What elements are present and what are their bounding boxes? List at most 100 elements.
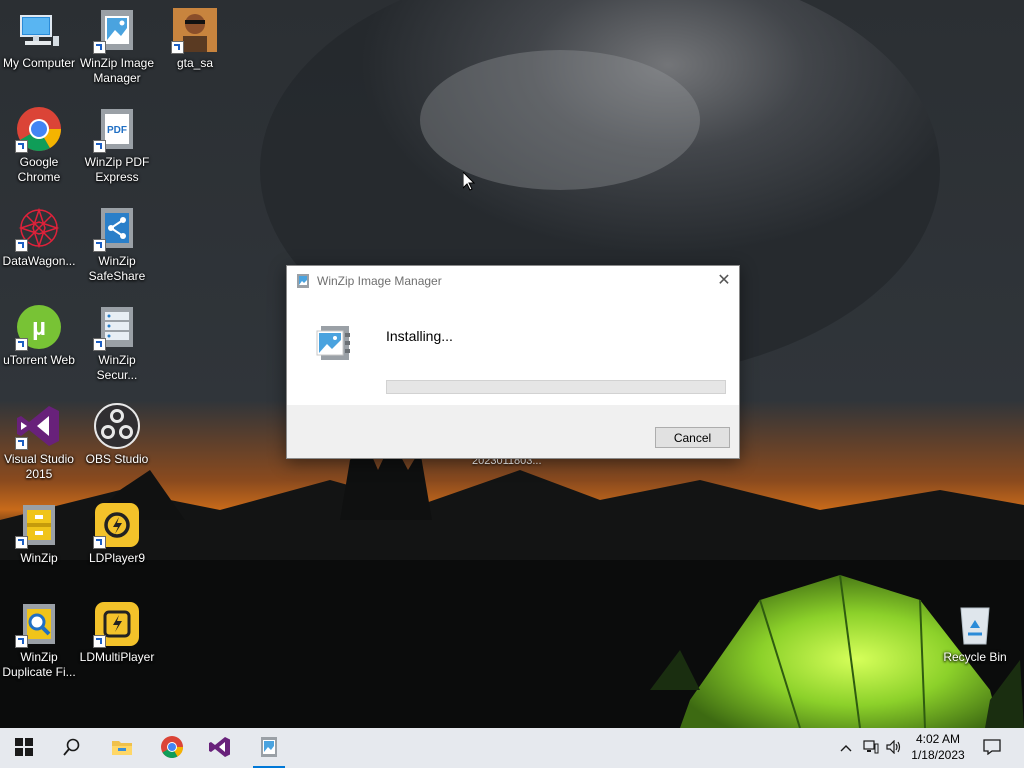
desktop-icon-label: Visual Studio 2015 [4, 452, 74, 481]
search-icon [63, 738, 81, 759]
desktop-icon-label: OBS Studio [85, 452, 149, 466]
desktop-icon-ldplayer9[interactable]: LDPlayer9 [78, 495, 156, 566]
chrome-icon [15, 105, 63, 153]
show-hidden-icons-button[interactable] [836, 728, 856, 768]
taskbar-visual-studio[interactable] [196, 728, 244, 768]
clock-time: 4:02 AM [915, 732, 961, 746]
network-tray-button[interactable] [860, 728, 882, 768]
shortcut-arrow-icon [15, 338, 28, 351]
computer-icon [15, 6, 63, 54]
desktop-icon-label: LDMultiPlayer [79, 650, 155, 664]
shortcut-arrow-icon [93, 338, 106, 351]
recycle-bin-icon [951, 600, 999, 648]
ldplayer-icon [93, 501, 141, 549]
visual-studio-icon [15, 402, 63, 450]
svg-text:PDF: PDF [107, 125, 127, 136]
desktop-icon-my-computer[interactable]: My Computer [0, 0, 78, 71]
svg-text:µ: µ [32, 314, 46, 341]
desktop-icon-winzip[interactable]: WinZip [0, 495, 78, 566]
dialog-footer: Cancel [287, 405, 739, 458]
shortcut-arrow-icon [93, 239, 106, 252]
desktop-icon-obs-studio[interactable]: OBS Studio [78, 396, 156, 467]
volume-icon [886, 739, 902, 757]
desktop-icon-winzip-safeshare[interactable]: WinZip SafeShare [78, 198, 156, 284]
install-status: Installing... [386, 328, 453, 344]
shortcut-arrow-icon [15, 635, 28, 648]
notification-icon [983, 738, 1001, 758]
desktop-icon-label: WinZip [20, 551, 58, 565]
dialog-body: Installing... [287, 295, 739, 404]
winzip-image-manager-icon [93, 6, 141, 54]
desktop-icon-ldmultiplayer[interactable]: LDMultiPlayer [78, 594, 156, 665]
shortcut-arrow-icon [15, 239, 28, 252]
winzip-icon [15, 501, 63, 549]
volume-tray-button[interactable] [884, 728, 904, 768]
close-button[interactable]: ✕ [709, 266, 739, 294]
chevron-up-icon [840, 741, 852, 755]
desktop-icon-label: gta_sa [176, 56, 214, 70]
taskbar-winzip-image-manager[interactable] [245, 728, 293, 768]
close-icon: ✕ [717, 272, 731, 289]
shortcut-arrow-icon [15, 536, 28, 549]
desktop-icon-label: WinZip Duplicate Fi... [2, 650, 76, 679]
dialog-title-bar[interactable]: WinZip Image Manager [287, 266, 739, 295]
desktop-icon-label: Google Chrome [17, 155, 61, 184]
dialog-title: WinZip Image Manager [317, 273, 442, 288]
action-center-button[interactable] [978, 728, 1006, 768]
winzip-pdf-express-icon: PDF [93, 105, 141, 153]
cancel-button[interactable]: Cancel [655, 427, 730, 448]
visual-studio-icon [208, 735, 232, 762]
winzip-secure-backup-icon [93, 303, 141, 351]
utorrent-icon: µ [15, 303, 63, 351]
shortcut-arrow-icon [93, 41, 106, 54]
desktop-icon-recycle-bin[interactable]: Recycle Bin [936, 594, 1014, 665]
ldmultiplayer-icon [93, 600, 141, 648]
taskbar-clock[interactable]: 4:02 AM 1/18/2023 [906, 731, 970, 763]
winzip-safeshare-icon [93, 204, 141, 252]
desktop-icon-winzip-secure[interactable]: WinZip Secur... [78, 297, 156, 383]
desktop-icon-google-chrome[interactable]: Google Chrome [0, 99, 78, 185]
shortcut-arrow-icon [93, 635, 106, 648]
install-progress-bar [386, 380, 726, 394]
shortcut-arrow-icon [93, 140, 106, 153]
datawagon-icon [15, 204, 63, 252]
shortcut-arrow-icon [93, 536, 106, 549]
desktop-icon-visual-studio-2015[interactable]: Visual Studio 2015 [0, 396, 78, 482]
desktop-icon-label: WinZip PDF Express [84, 155, 150, 184]
start-button[interactable] [0, 728, 48, 768]
search-button[interactable] [48, 728, 96, 768]
desktop-icon-label: DataWagon... [2, 254, 76, 268]
desktop-icon-label: WinZip Image Manager [79, 56, 155, 85]
installer-dialog: WinZip Image Manager ✕ Installing... Can… [286, 265, 740, 459]
shortcut-arrow-icon [15, 140, 28, 153]
desktop-icon-label: Recycle Bin [943, 650, 1007, 664]
windows-logo-icon [15, 737, 33, 759]
network-icon [863, 739, 879, 757]
taskbar: 4:02 AM 1/18/2023 [0, 728, 1024, 768]
winzip-image-manager-icon [295, 273, 311, 289]
desktop-icon-label: LDPlayer9 [88, 551, 146, 565]
desktop-icon-winzip-duplicate-finder[interactable]: WinZip Duplicate Fi... [0, 594, 78, 680]
desktop-icon-utorrent-web[interactable]: µ uTorrent Web [0, 297, 78, 368]
desktop-icon-gta-sa[interactable]: gta_sa [156, 0, 234, 71]
winzip-image-manager-icon [257, 735, 281, 762]
desktop-icon-label: My Computer [2, 56, 76, 70]
desktop-icon-winzip-pdf-express[interactable]: PDF WinZip PDF Express [78, 99, 156, 185]
gta-sa-icon [171, 6, 219, 54]
winzip-duplicate-finder-icon [15, 600, 63, 648]
desktop-icon-datawagon[interactable]: DataWagon... [0, 198, 78, 269]
winzip-image-manager-icon [315, 323, 355, 363]
desktop-icon-label: uTorrent Web [3, 353, 75, 367]
desktop-icon-label: WinZip SafeShare [88, 254, 146, 283]
taskbar-chrome[interactable] [148, 728, 196, 768]
chrome-icon [160, 735, 184, 762]
mouse-cursor-icon [462, 170, 476, 191]
taskbar-file-explorer[interactable] [98, 728, 146, 768]
clock-date: 1/18/2023 [911, 748, 965, 762]
shortcut-arrow-icon [15, 437, 28, 450]
file-explorer-icon [111, 738, 133, 759]
shortcut-arrow-icon [171, 41, 184, 54]
desktop-icon-winzip-image-manager[interactable]: WinZip Image Manager [78, 0, 156, 86]
obs-studio-icon [93, 402, 141, 450]
desktop-icon-label: WinZip Secur... [96, 353, 138, 382]
